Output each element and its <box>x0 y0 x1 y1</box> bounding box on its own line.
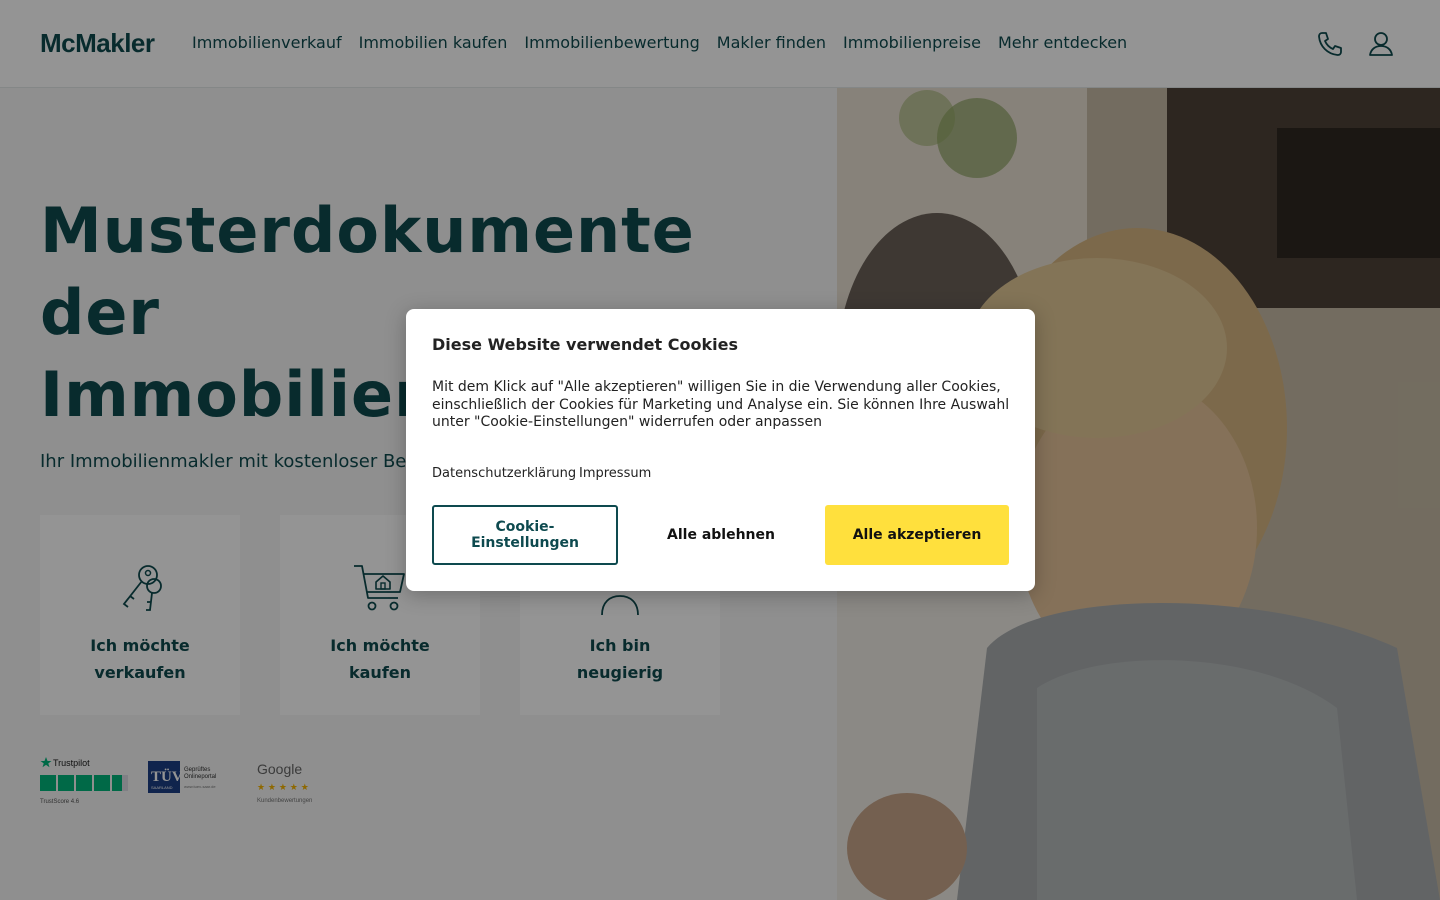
cookie-consent-dialog: Diese Website verwendet Cookies Mit dem … <box>406 309 1035 591</box>
reject-all-button[interactable]: Alle ablehnen <box>628 505 814 565</box>
cookie-dialog-text: Mit dem Klick auf "Alle akzeptieren" wil… <box>432 379 1010 430</box>
accept-all-button[interactable]: Alle akzeptieren <box>825 505 1009 565</box>
cookie-settings-button[interactable]: Cookie-Einstellungen <box>432 505 618 565</box>
imprint-link[interactable]: Impressum <box>579 466 651 481</box>
cookie-dialog-title: Diese Website verwendet Cookies <box>432 335 738 354</box>
privacy-link[interactable]: Datenschutzerklärung <box>432 466 576 481</box>
